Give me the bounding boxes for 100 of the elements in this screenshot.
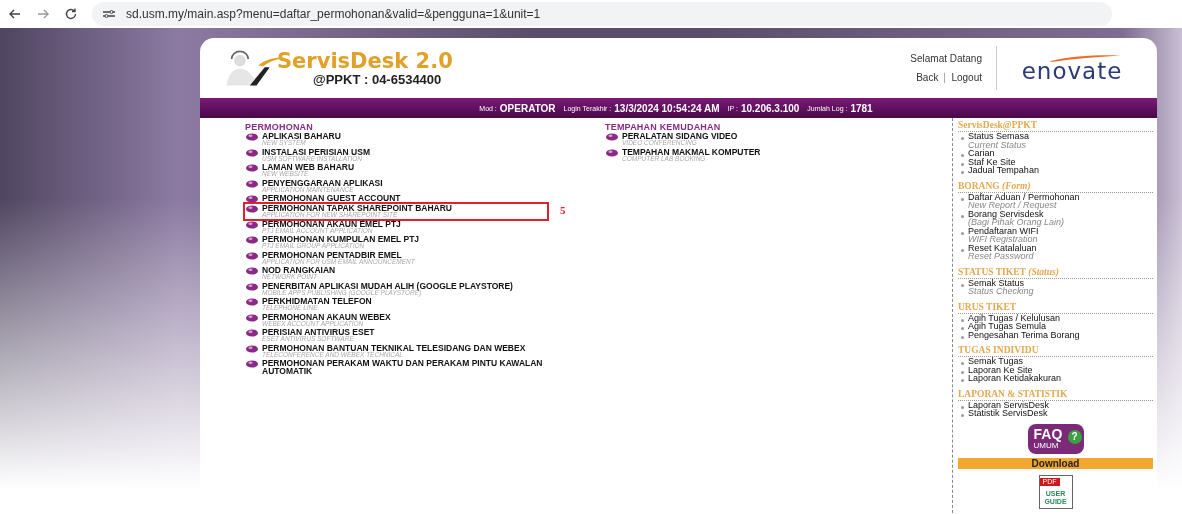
sidebar-link[interactable]: Status Semasa	[968, 132, 1030, 141]
sidebar-subtitle: (Bagi Pihak Orang Lain)	[968, 218, 1065, 227]
info-value: 10.206.3.100	[740, 102, 800, 114]
back-icon[interactable]	[8, 7, 22, 21]
site-settings-icon[interactable]	[102, 9, 116, 19]
partner-logo: enovate	[997, 52, 1147, 84]
sidebar-link[interactable]: Jadual Tempahan	[968, 166, 1039, 175]
bullet-icon	[246, 251, 258, 260]
bullet-icon	[246, 282, 258, 291]
reload-icon[interactable]	[64, 7, 78, 21]
menu-link[interactable]: TEMPAHAN MAKMAL KOMPUTER	[622, 147, 761, 156]
sidebar-link[interactable]: Reset Katalaluan	[968, 243, 1037, 252]
header-link[interactable]: Logout	[951, 72, 982, 83]
logo-title: ServisDesk 2.0	[277, 49, 453, 72]
bullet-icon	[246, 344, 258, 353]
bullet-icon	[961, 370, 964, 374]
menu-link[interactable]: PERMOHONAN GUEST ACCOUNT	[262, 194, 401, 202]
bullet-icon	[246, 236, 258, 244]
menu-link[interactable]: PERMOHONAN TAPAK SHAREPOINT BAHARU	[262, 204, 452, 212]
sidebar-link[interactable]: Daftar Aduan / Permohonan	[968, 192, 1080, 201]
bullet-icon	[961, 231, 964, 235]
bullet-icon	[246, 179, 258, 188]
sidebar-link[interactable]: Carian	[968, 149, 995, 158]
bullet-icon	[246, 205, 258, 213]
menu-link[interactable]: PERMOHONAN BANTUAN TEKNIKAL TELESIDANG DAN WEBEX	[262, 343, 526, 352]
bullet-icon	[961, 197, 964, 201]
address-bar[interactable]: sd.usm.my/main.asp?menu=daftar_permohonan&valid=&pengguna=1&unit=1	[92, 2, 1112, 26]
bullet-icon	[246, 298, 258, 306]
bullet-icon	[246, 313, 258, 322]
sidebar-link[interactable]: Laporan Ke Site	[968, 365, 1033, 374]
bullet-icon	[961, 171, 964, 174]
menu-link[interactable]: PENERBITAN APLIKASI MUDAH ALIH (GOOGLE PLAYSTORE)	[262, 281, 513, 290]
forward-icon[interactable]	[36, 7, 50, 21]
bullet-icon	[961, 379, 964, 382]
sidebar-heading: BORANG (Form)	[958, 180, 1153, 193]
menu-link[interactable]: PERMOHONAN PENTADBIR EMEL	[262, 250, 415, 259]
bullet-icon	[961, 137, 964, 140]
bullet-icon	[606, 148, 618, 157]
sidebar-link[interactable]: Borang Servisdesk	[968, 209, 1065, 218]
bullet-icon	[246, 148, 258, 157]
bullet-icon	[246, 133, 258, 141]
bullet-icon	[961, 248, 964, 252]
url-text: sd.usm.my/main.asp?menu=daftar_permohonan&valid=&pengguna=1&unit=1	[126, 7, 541, 21]
sidebar-link[interactable]: Pendaftaran WIFI	[968, 226, 1039, 235]
sidebar-link[interactable]: Staf Ke Site	[968, 157, 1016, 166]
bullet-icon	[246, 329, 258, 337]
menu-link[interactable]: APLIKASI BAHARU	[262, 132, 341, 140]
bullet-icon	[961, 414, 964, 417]
header-link[interactable]: Back	[916, 72, 939, 83]
sidebar-heading: TUGAS INDIVIDU	[958, 345, 1153, 357]
section-heading: PERMOHONAN	[245, 122, 314, 132]
faq-button[interactable]: FAQ UMUM ?	[1027, 423, 1084, 454]
bullet-icon	[961, 405, 964, 409]
bullet-icon	[961, 362, 964, 365]
bullet-icon	[246, 360, 258, 368]
sidebar-heading: LAPORAN & STATISTIK	[958, 388, 1153, 401]
annotation-number: 5	[560, 204, 566, 216]
bullet-icon	[961, 327, 964, 330]
sidebar-link[interactable]: Agih Tugas Semula	[968, 322, 1047, 331]
bullet-icon	[246, 195, 258, 203]
bullet-icon	[606, 133, 618, 141]
menu-link[interactable]: PERMOHONAN PERAKAM WAKTU DAN PERAKAM PINTU KAWALAN AUTOMATIK	[262, 359, 547, 375]
menu-link[interactable]: PERALATAN SIDANG VIDEO	[622, 132, 738, 140]
menu-link[interactable]: PERMOHONAN AKAUN EMEL PTJ	[262, 219, 401, 228]
info-value: 1781	[850, 102, 873, 114]
sidebar-link[interactable]: Semak Tugas	[968, 357, 1024, 366]
sidebar-subtitle: Status Checking	[968, 287, 1034, 296]
menu-link[interactable]: INSTALASI PERISIAN USM	[262, 147, 370, 156]
sidebar-link[interactable]: Pengesahan Terima Borang	[968, 330, 1080, 339]
bullet-icon	[961, 214, 964, 218]
helpdesk-phone: @PPKT : 04-6534400	[313, 71, 443, 87]
sidebar-link[interactable]: Statistik ServisDesk	[968, 409, 1048, 418]
info-value: OPERATOR	[499, 102, 556, 114]
info-value: 13/3/2024 10:54:24 AM	[614, 102, 720, 114]
bullet-icon	[961, 162, 964, 166]
sidebar-link[interactable]: Semak Status	[968, 278, 1034, 287]
sidebar-subtitle: Reset Password	[968, 252, 1035, 261]
sidebar-heading: ServisDesk@PPKT	[958, 120, 1153, 132]
bullet-icon	[246, 164, 258, 172]
menu-link[interactable]: PENYENGGARAAN APLIKASI	[262, 178, 383, 187]
menu-link[interactable]: NOD RANGKAIAN	[262, 266, 336, 274]
menu-link[interactable]: PERISIAN ANTIVIRUS ESET	[262, 328, 375, 336]
menu-link[interactable]: PERMOHONAN AKAUN WEBEX	[262, 312, 391, 321]
sidebar-link[interactable]: Agih Tugas / Kelulusan	[968, 313, 1061, 322]
menu-link[interactable]: PERKHIDMATAN TELEFON	[262, 297, 372, 305]
bullet-icon	[961, 318, 964, 322]
menu-link[interactable]: LAMAN WEB BAHARU	[262, 163, 355, 171]
sidebar-subtitle: Current Status	[968, 140, 1028, 149]
sidebar-subtitle: New Report / Request	[968, 201, 1058, 210]
menu-link[interactable]: PERMOHONAN KUMPULAN EMEL PTJ	[262, 235, 420, 243]
bullet-icon	[246, 267, 258, 275]
download-bar: Download	[958, 457, 1153, 469]
sidebar-link[interactable]: Laporan Ketidakakuran	[968, 374, 1062, 383]
sidebar-link[interactable]: Laporan ServisDesk	[968, 400, 1050, 409]
sidebar-heading: STATUS TIKET (Status)	[958, 266, 1153, 279]
bullet-icon	[961, 335, 964, 339]
bullet-icon	[961, 283, 964, 287]
sidebar-heading: URUS TIKET	[958, 301, 1153, 314]
sidebar-subtitle: WIFI Registration	[968, 235, 1039, 244]
bullet-icon	[961, 154, 964, 157]
